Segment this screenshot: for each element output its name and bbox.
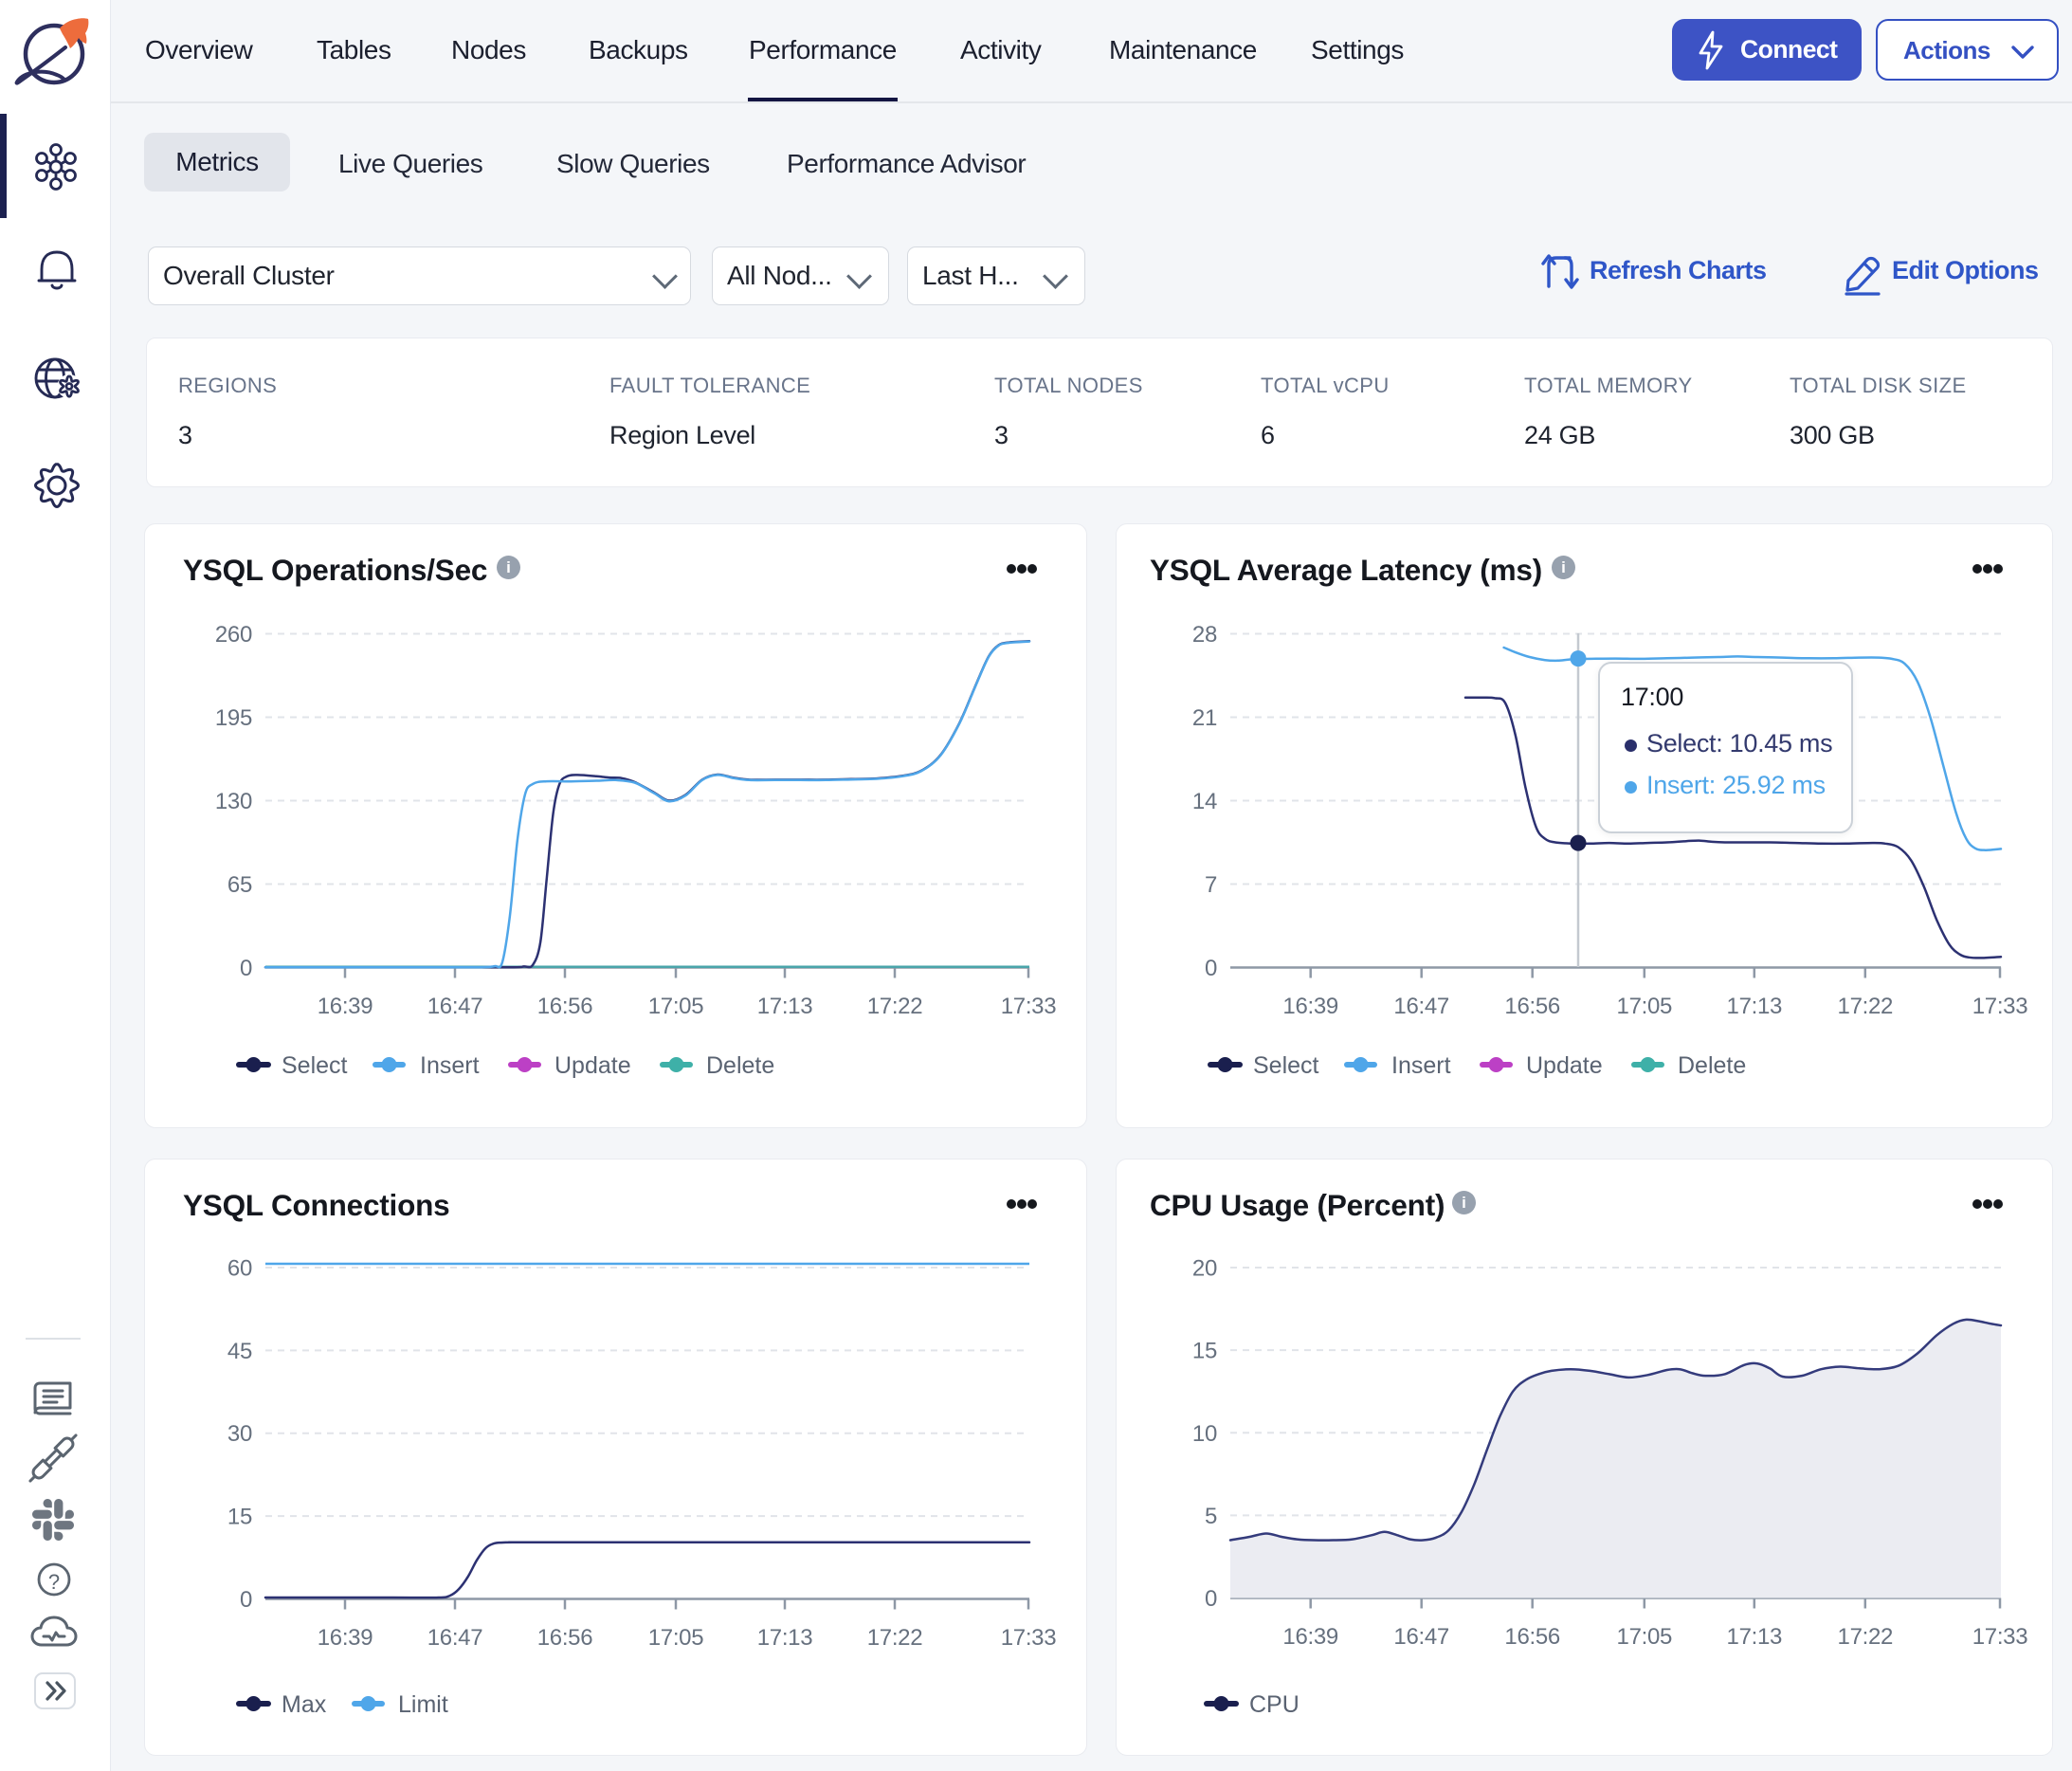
svg-text:16:56: 16:56 (537, 994, 593, 1019)
svg-text:30: 30 (227, 1421, 252, 1447)
svg-text:5: 5 (1205, 1504, 1217, 1529)
svg-text:65: 65 (227, 872, 252, 898)
svg-text:Delete: Delete (1678, 1052, 1746, 1079)
svg-text:16:47: 16:47 (1393, 994, 1449, 1019)
svg-text:17:22: 17:22 (1838, 1624, 1894, 1650)
svg-text:16:39: 16:39 (1282, 994, 1338, 1019)
svg-text:17:33: 17:33 (1972, 994, 2028, 1019)
svg-text:21: 21 (1192, 705, 1217, 731)
svg-text:195: 195 (215, 705, 252, 731)
svg-text:Select: Select (1253, 1052, 1319, 1079)
svg-text:Update: Update (554, 1052, 631, 1079)
svg-text:260: 260 (215, 622, 252, 648)
svg-text:17:05: 17:05 (1617, 1624, 1673, 1650)
svg-text:Insert: Insert (420, 1052, 480, 1079)
svg-text:7: 7 (1205, 872, 1217, 898)
svg-text:17:33: 17:33 (1001, 1625, 1057, 1651)
svg-text:17:13: 17:13 (757, 994, 813, 1019)
svg-text:17:22: 17:22 (1838, 994, 1894, 1019)
svg-text:16:39: 16:39 (1282, 1624, 1338, 1650)
svg-text:17:22: 17:22 (867, 1625, 923, 1651)
svg-text:16:56: 16:56 (1504, 994, 1560, 1019)
svg-text:16:47: 16:47 (1393, 1624, 1449, 1650)
svg-text:130: 130 (215, 789, 252, 814)
svg-text:Select: Select (282, 1052, 348, 1079)
svg-text:15: 15 (227, 1505, 252, 1530)
svg-text:16:47: 16:47 (427, 1625, 483, 1651)
svg-text:17:13: 17:13 (1727, 994, 1783, 1019)
svg-text:Insert: Insert (1391, 1052, 1451, 1079)
svg-text:10: 10 (1192, 1421, 1217, 1447)
svg-text:Update: Update (1526, 1052, 1603, 1079)
svg-text:17:33: 17:33 (1001, 994, 1057, 1019)
svg-text:17:05: 17:05 (648, 994, 704, 1019)
svg-text:16:47: 16:47 (427, 994, 483, 1019)
svg-text:17:05: 17:05 (1617, 994, 1673, 1019)
svg-text:CPU: CPU (1249, 1691, 1300, 1718)
svg-text:16:56: 16:56 (1504, 1624, 1560, 1650)
svg-text:60: 60 (227, 1256, 252, 1282)
svg-text:Delete: Delete (706, 1052, 774, 1079)
svg-text:17:33: 17:33 (1972, 1624, 2028, 1650)
svg-text:14: 14 (1192, 789, 1217, 814)
svg-text:17:13: 17:13 (757, 1625, 813, 1651)
svg-text:17:22: 17:22 (867, 994, 923, 1019)
svg-text:?: ? (48, 1570, 60, 1594)
svg-text:Limit: Limit (398, 1691, 448, 1718)
svg-text:16:56: 16:56 (537, 1625, 593, 1651)
svg-text:0: 0 (240, 1587, 252, 1613)
svg-text:20: 20 (1192, 1256, 1217, 1282)
svg-text:16:39: 16:39 (318, 1625, 373, 1651)
svg-text:0: 0 (1205, 956, 1217, 981)
svg-text:0: 0 (240, 956, 252, 981)
svg-text:16:39: 16:39 (318, 994, 373, 1019)
svg-text:45: 45 (227, 1339, 252, 1364)
svg-text:28: 28 (1192, 622, 1217, 648)
svg-text:0: 0 (1205, 1586, 1217, 1612)
svg-text:Max: Max (282, 1691, 327, 1718)
svg-text:17:05: 17:05 (648, 1625, 704, 1651)
svg-text:17:13: 17:13 (1727, 1624, 1783, 1650)
svg-text:15: 15 (1192, 1339, 1217, 1364)
